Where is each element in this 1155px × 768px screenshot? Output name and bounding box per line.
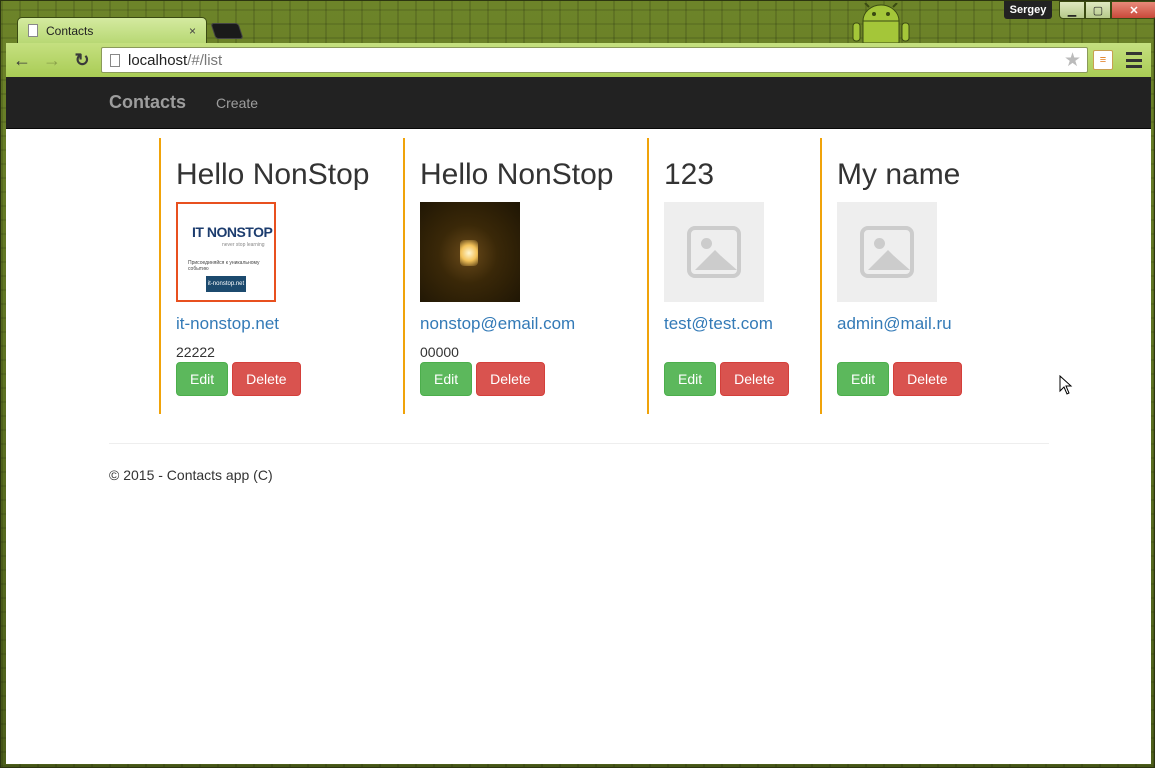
browser-window: Contacts × Sergey ▁ ▢ ✕ ← → ↻ localhost /…: [0, 0, 1155, 768]
edit-button[interactable]: Edit: [664, 362, 717, 396]
it-nonstop-invite: Присоединяйся к уникальному событию: [188, 260, 260, 272]
contact-phone: [837, 344, 1020, 360]
contacts-list: Hello NonStop IT NONSTOP never stop lear…: [159, 138, 1020, 414]
contact-photo: [837, 202, 937, 302]
card-actions: Edit Delete: [176, 362, 403, 396]
contact-email-link[interactable]: admin@mail.ru: [837, 314, 1020, 334]
window-controls: ▁ ▢ ✕: [1059, 1, 1155, 19]
edit-button[interactable]: Edit: [420, 362, 473, 396]
footer-divider: [109, 443, 1049, 444]
footer-text: © 2015 - Contacts app (C): [109, 467, 273, 483]
maximize-button[interactable]: ▢: [1085, 1, 1111, 19]
page-viewport: Contacts Create Hello NonStop IT NONSTOP…: [6, 77, 1151, 764]
navbar-brand[interactable]: Contacts: [109, 92, 186, 113]
delete-button[interactable]: Delete: [232, 362, 301, 396]
contact-name: Hello NonStop: [176, 158, 370, 191]
chrome-menu-icon[interactable]: [1126, 52, 1142, 68]
page-icon: [28, 24, 38, 37]
it-nonstop-site-button: it-nonstop.net: [206, 276, 246, 292]
extension-icon[interactable]: ≡: [1093, 50, 1113, 70]
contact-photo: [420, 202, 520, 302]
it-nonstop-logo-text: IT NONSTOP: [192, 224, 273, 240]
card-actions: Edit Delete: [420, 362, 647, 396]
delete-button[interactable]: Delete: [720, 362, 789, 396]
placeholder-image-icon: [687, 226, 741, 278]
contact-email-link[interactable]: test@test.com: [664, 314, 820, 334]
contact-photo: IT NONSTOP never stop learning Присоедин…: [176, 202, 276, 302]
card-actions: Edit Delete: [837, 362, 1020, 396]
url-host: localhost: [128, 51, 188, 69]
contact-card: Hello NonStop IT NONSTOP never stop lear…: [159, 138, 403, 414]
delete-button[interactable]: Delete: [476, 362, 545, 396]
card-actions: Edit Delete: [664, 362, 820, 396]
contact-card: My name admin@mail.ru Edit Delete: [820, 138, 1020, 414]
contact-phone: 22222: [176, 344, 215, 360]
mouse-cursor-icon: [1059, 375, 1073, 395]
browser-tab[interactable]: Contacts ×: [17, 17, 207, 43]
tab-close-icon[interactable]: ×: [189, 24, 196, 38]
back-arrow-icon[interactable]: ←: [8, 46, 36, 74]
contact-name: Hello NonStop: [420, 158, 614, 191]
close-window-button[interactable]: ✕: [1111, 1, 1155, 19]
contact-photo: [664, 202, 764, 302]
delete-button[interactable]: Delete: [893, 362, 962, 396]
browser-toolbar: ← → ↻ localhost/#/list ★ ≡: [6, 43, 1151, 77]
contact-card: Hello NonStop nonstop@email.com 00000 Ed…: [403, 138, 647, 414]
light-bulb-icon: [460, 240, 478, 266]
contact-name: My name: [837, 158, 961, 191]
nav-create-link[interactable]: Create: [216, 95, 258, 111]
tab-title: Contacts: [46, 23, 94, 38]
reload-icon[interactable]: ↻: [68, 46, 96, 74]
android-logo-icon: [852, 3, 910, 43]
contact-name: 123: [664, 158, 715, 191]
profile-name-badge[interactable]: Sergey: [1004, 1, 1052, 19]
contact-email-link[interactable]: nonstop@email.com: [420, 314, 647, 334]
bookmark-star-icon[interactable]: ★: [1064, 49, 1081, 72]
minimize-button[interactable]: ▁: [1059, 1, 1085, 19]
it-nonstop-tagline: never stop learning: [222, 242, 265, 248]
placeholder-image-icon: [860, 226, 914, 278]
contact-phone: 00000: [420, 344, 459, 360]
title-bar: Contacts × Sergey ▁ ▢ ✕: [1, 1, 1155, 43]
contact-card: 123 test@test.com Edit Delete: [647, 138, 820, 414]
site-navbar: Contacts Create: [6, 77, 1151, 129]
new-tab-button[interactable]: [210, 23, 244, 39]
edit-button[interactable]: Edit: [837, 362, 890, 396]
address-bar[interactable]: localhost/#/list ★: [101, 47, 1088, 73]
contact-phone: [664, 344, 820, 360]
url-path: /#/list: [187, 51, 223, 69]
page-icon: [110, 53, 120, 67]
contact-email-link[interactable]: it-nonstop.net: [176, 314, 403, 334]
forward-arrow-icon[interactable]: →: [38, 46, 66, 74]
edit-button[interactable]: Edit: [176, 362, 229, 396]
